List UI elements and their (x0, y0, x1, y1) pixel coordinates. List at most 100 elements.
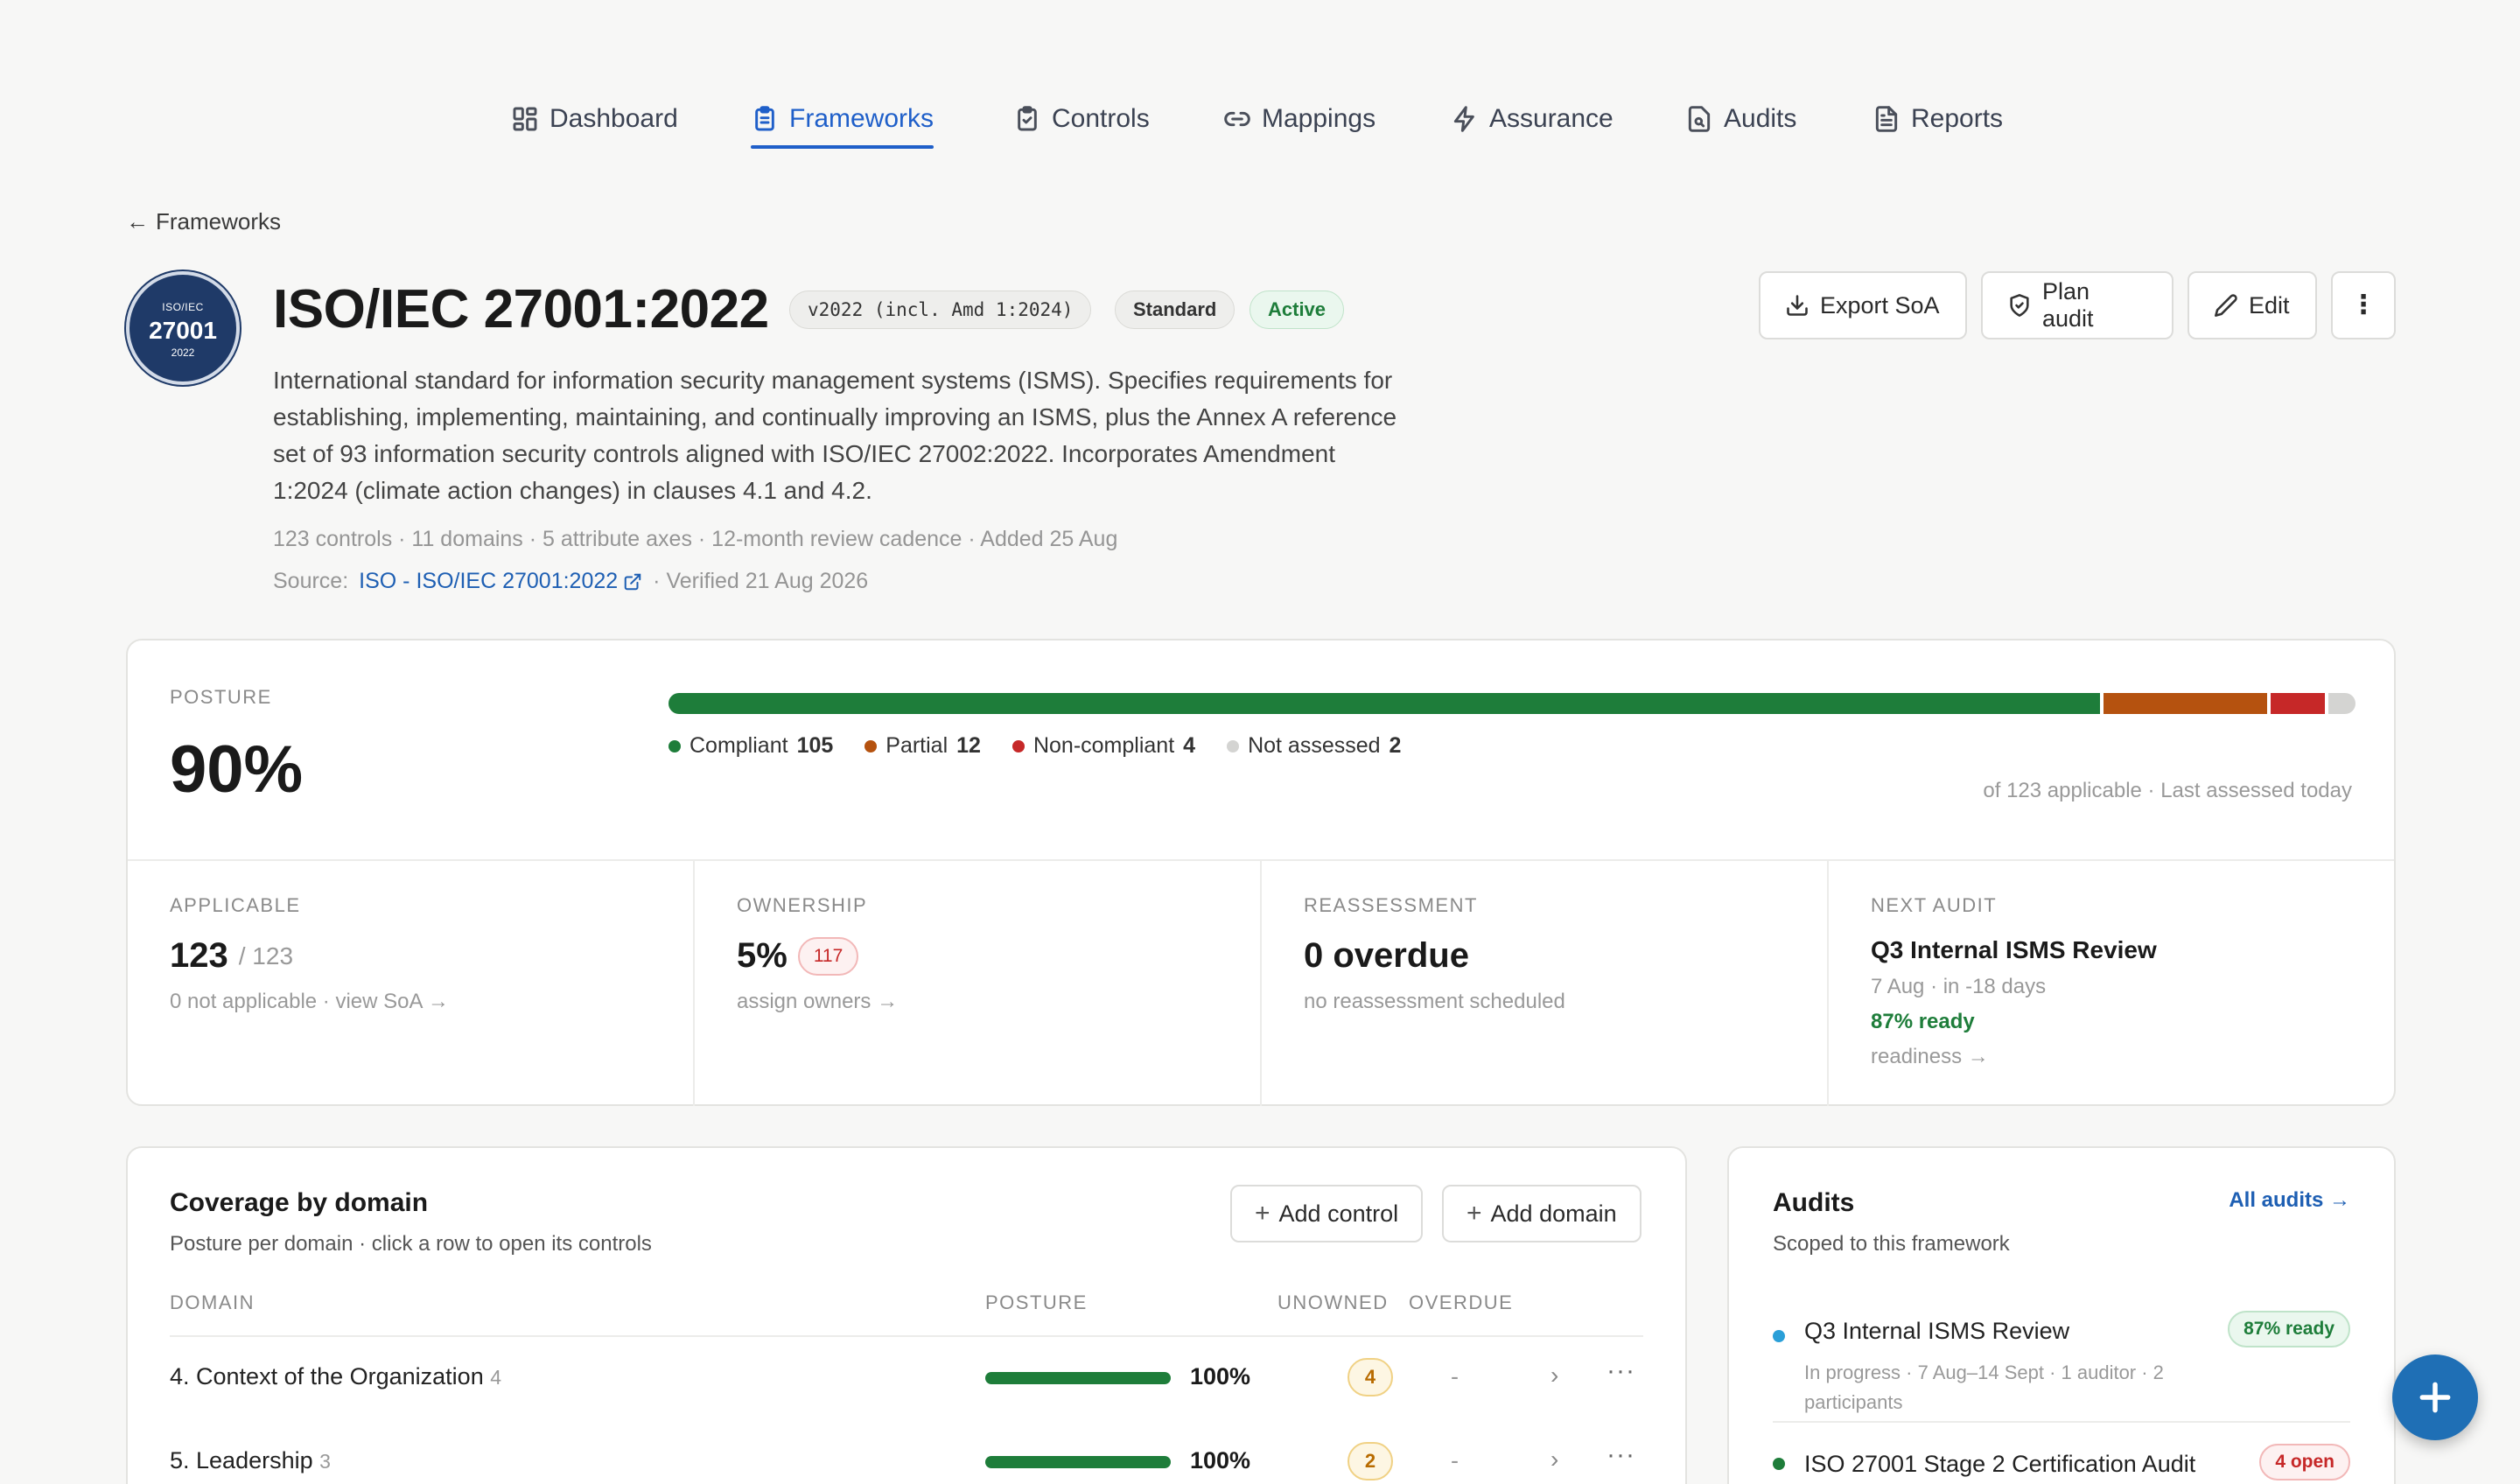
audits-title: Audits (1773, 1188, 1855, 1217)
add-fab-button[interactable] (2392, 1354, 2478, 1440)
plus-icon: + (1255, 1199, 1270, 1228)
framework-meta: 123 controls · 11 domains · 5 attribute … (273, 527, 1118, 551)
stat-reassessment-value: 0 overdue (1304, 936, 1469, 975)
logo-line1: ISO/IEC (162, 301, 204, 313)
audit-name: Q3 Internal ISMS Review (1804, 1318, 2070, 1344)
col-posture: POSTURE (985, 1292, 1088, 1313)
assign-owners-link[interactable]: assign owners → (737, 990, 1218, 1014)
audit-name: ISO 27001 Stage 2 Certification Audit (1804, 1451, 2196, 1477)
stat-ownership-label: OWNERSHIP (737, 894, 868, 916)
domain-posture-bar (985, 1456, 1171, 1468)
nav-assurance[interactable]: Assurance (1451, 91, 1614, 147)
nav-reports[interactable]: Reports (1872, 91, 2003, 147)
next-audit-name[interactable]: Q3 Internal ISMS Review (1871, 936, 2352, 964)
coverage-subtitle: Posture per domain · click a row to open… (170, 1232, 652, 1256)
nav-dashboard[interactable]: Dashboard (511, 91, 678, 147)
add-domain-button[interactable]: + Add domain (1442, 1185, 1642, 1242)
export-soa-label: Export SoA (1820, 291, 1940, 318)
audit-item[interactable]: ISO 27001 Stage 2 Certification Audit 4 … (1773, 1444, 2350, 1484)
stat-reassessment-label: REASSESSMENT (1304, 894, 1478, 916)
file-search-icon (1688, 106, 1711, 132)
arrow-left-icon: ← (126, 208, 149, 234)
source-label: Source: (273, 569, 349, 593)
plan-audit-label: Plan audit (2041, 278, 2094, 332)
framework-source: Source: ISO - ISO/IEC 27001:2022 · Verif… (273, 569, 868, 594)
nav-audits[interactable]: Audits (1685, 91, 1796, 147)
status-dot (1773, 1330, 1785, 1342)
nav-frameworks[interactable]: Frameworks (751, 91, 934, 149)
add-control-label: Add control (1278, 1200, 1399, 1227)
type-badge: Standard (1115, 290, 1236, 329)
legend-compliant: Compliant 105 (668, 733, 833, 759)
stat-ownership: OWNERSHIP 5% 117 assign owners → (695, 861, 1262, 1106)
download-icon (1787, 295, 1808, 316)
row-more-icon[interactable]: ··· (1606, 1356, 1635, 1386)
source-link-text: ISO - ISO/IEC 27001:2022 (359, 569, 619, 593)
posture-segment-non-compliant (2270, 693, 2325, 714)
row-more-icon[interactable]: ··· (1606, 1440, 1635, 1470)
edit-button[interactable]: Edit (2188, 271, 2317, 340)
stat-reassessment: REASSESSMENT 0 overdue no reassessment s… (1262, 861, 1829, 1106)
chevron-right-icon: › (1550, 1362, 1559, 1389)
audit-ready-badge: 87% ready (2228, 1311, 2350, 1348)
col-domain: DOMAIN (170, 1292, 255, 1313)
nav-mappings-label: Mappings (1262, 104, 1376, 133)
view-soa-link[interactable]: 0 not applicable · view SoA → (170, 990, 651, 1014)
audits-card: Audits Scoped to this framework All audi… (1727, 1146, 2396, 1484)
top-nav: Dashboard Frameworks Controls Mappings A… (0, 91, 2520, 149)
export-soa-button[interactable]: Export SoA (1759, 271, 1967, 340)
domain-overdue: - (1451, 1447, 1459, 1474)
back-link[interactable]: ← Frameworks (126, 208, 281, 235)
add-domain-label: Add domain (1490, 1200, 1617, 1227)
posture-percent: 90% (170, 732, 304, 807)
logo-line2: 27001 (149, 317, 217, 344)
pencil-icon (2215, 294, 2237, 317)
posture-label: POSTURE (170, 686, 272, 708)
legend-partial: Partial 12 (864, 733, 981, 759)
coverage-card: Coverage by domain Posture per domain · … (126, 1146, 1687, 1484)
col-unowned: UNOWNED (1278, 1292, 1389, 1313)
audit-detail: In progress · 7 Aug–14 Sept · 1 auditor … (1804, 1362, 2164, 1413)
framework-description: International standard for information s… (273, 367, 1397, 504)
plan-audit-button[interactable]: Plan audit (1981, 271, 2174, 340)
page-title: ISO/IEC 27001:2022 (273, 279, 769, 340)
add-control-button[interactable]: + Add control (1230, 1185, 1424, 1242)
source-link[interactable]: ISO - ISO/IEC 27001:2022 (359, 569, 642, 594)
domain-posture-bar (985, 1372, 1171, 1384)
col-overdue: OVERDUE (1409, 1292, 1514, 1313)
nav-mappings[interactable]: Mappings (1223, 91, 1376, 147)
status-dot (1773, 1458, 1785, 1470)
nav-audits-label: Audits (1724, 104, 1797, 133)
stat-next-audit-label: NEXT AUDIT (1871, 894, 1998, 916)
legend-not-assessed: Not assessed 2 (1227, 733, 1401, 759)
audit-open-badge: 4 open (2259, 1444, 2350, 1480)
logo-line3: 2022 (171, 346, 195, 359)
domain-row[interactable]: 4. Context of the Organization 4 100% 4 … (170, 1337, 1643, 1421)
chevron-right-icon: › (1550, 1446, 1559, 1473)
all-audits-link[interactable]: All audits → (2229, 1188, 2350, 1213)
unowned-count-badge: 117 (797, 936, 859, 976)
posture-segment-not-assessed (2328, 693, 2356, 714)
nav-frameworks-label: Frameworks (789, 104, 934, 133)
domain-count: 4 (490, 1366, 502, 1389)
link-icon (1224, 111, 1250, 127)
nav-assurance-label: Assurance (1489, 104, 1614, 133)
audit-divider (1773, 1421, 2350, 1423)
verified-text: · Verified 21 Aug 2026 (653, 569, 869, 593)
stat-reassessment-sub: no reassessment scheduled (1304, 990, 1565, 1013)
next-audit-date: 7 Aug · in -18 days (1871, 975, 2047, 998)
clipboard-list-icon (755, 106, 774, 131)
domain-overdue: - (1451, 1363, 1459, 1390)
plus-icon: + (1466, 1199, 1482, 1228)
domain-unowned: 2 (1348, 1442, 1393, 1480)
shield-check-icon (2010, 294, 2029, 317)
readiness-link[interactable]: readiness → (1871, 1045, 2352, 1069)
posture-segment-partial (2103, 693, 2267, 714)
clipboard-check-icon (1018, 106, 1037, 131)
domain-posture: 100% (1190, 1363, 1251, 1390)
domain-posture: 100% (1190, 1447, 1251, 1474)
domain-row[interactable]: 5. Leadership 3 100% 2 - › ··· (170, 1421, 1643, 1484)
nav-dashboard-label: Dashboard (550, 104, 678, 133)
nav-controls[interactable]: Controls (1013, 91, 1150, 147)
more-actions-button[interactable]: ⋮ (2331, 271, 2396, 340)
